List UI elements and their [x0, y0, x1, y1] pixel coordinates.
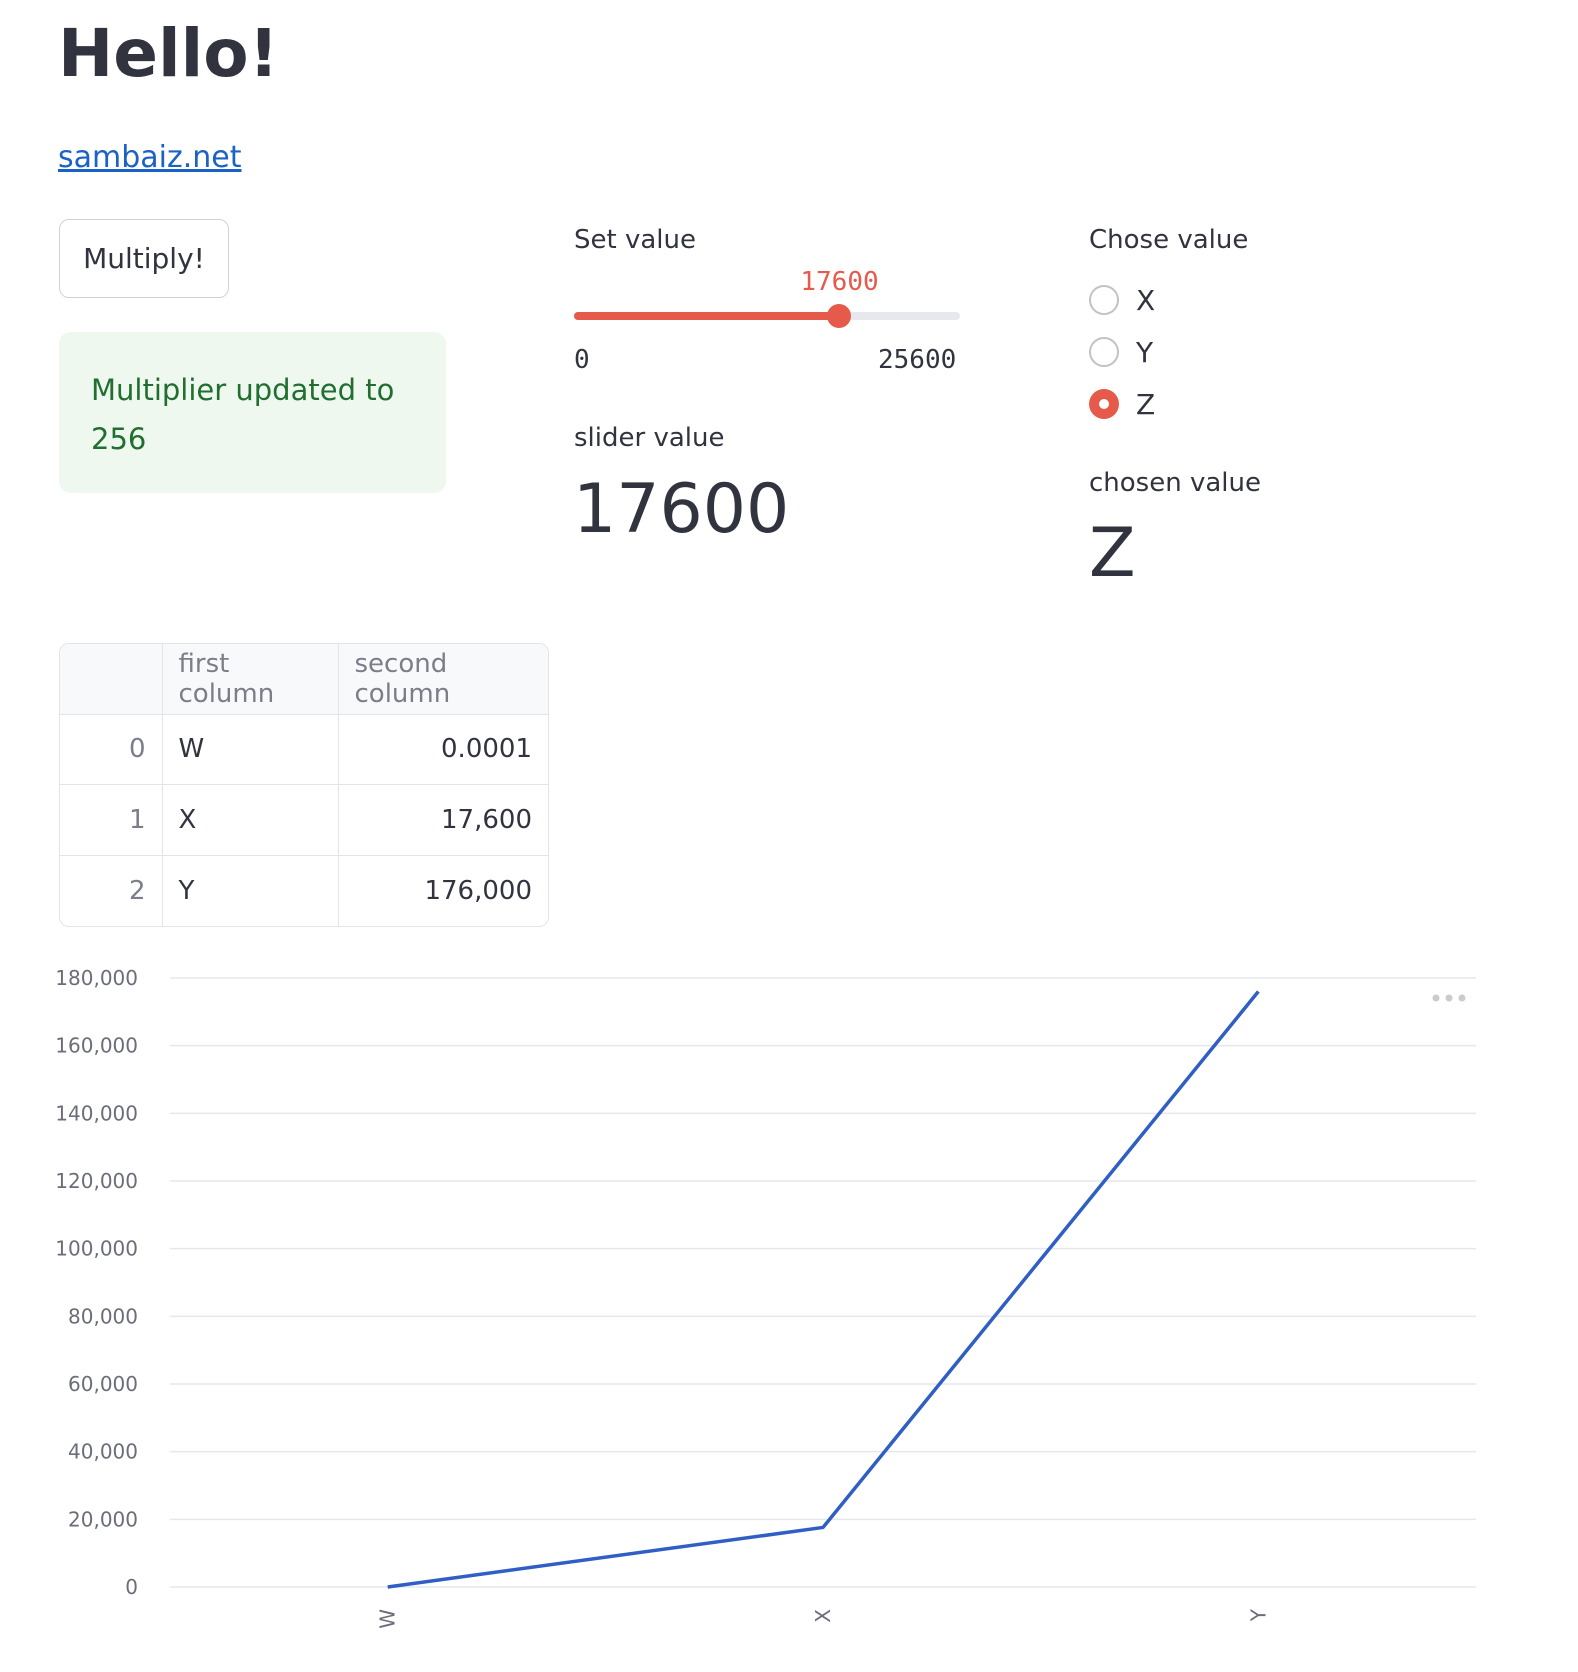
y-tick-label: 0: [125, 1575, 138, 1599]
radio-option-label: Z: [1136, 387, 1156, 421]
radio-circle-selected[interactable]: [1089, 389, 1119, 419]
index-header: [60, 644, 163, 715]
slider-min-label: 0: [574, 345, 590, 375]
row-index: 0: [60, 714, 163, 786]
radio-option-label: Y: [1136, 335, 1154, 369]
y-tick-label: 180,000: [55, 966, 138, 990]
radio-group-label: Chose value: [1089, 225, 1249, 255]
table-cell[interactable]: W: [162, 714, 339, 786]
radio-option-label: X: [1136, 283, 1156, 317]
slider-label: Set value: [574, 225, 696, 255]
slider-max-label: 25600: [878, 345, 957, 375]
table-cell[interactable]: X: [162, 784, 339, 856]
radio-group: X Y Z: [1089, 277, 1155, 427]
radio-option-z[interactable]: Z: [1089, 381, 1155, 427]
success-alert: Multiplier updated to 256: [59, 332, 446, 493]
row-index: 1: [60, 784, 163, 856]
y-tick-label: 140,000: [55, 1101, 138, 1125]
x-tick-label: X: [811, 1609, 835, 1623]
slider-thumb[interactable]: [827, 304, 852, 328]
table-row[interactable]: 1 X 17,600: [60, 784, 548, 856]
table-cell[interactable]: 17,600: [338, 784, 548, 856]
table-row[interactable]: 2 Y 176,000: [60, 855, 548, 926]
row-index: 2: [60, 855, 163, 926]
more-horizontal-icon[interactable]: [1432, 994, 1466, 1002]
column-header[interactable]: first column: [162, 644, 339, 715]
x-tick-label: W: [376, 1609, 400, 1629]
slider-value-bubble: 17600: [800, 267, 879, 297]
series-line[interactable]: [387, 990, 1260, 1589]
slider-metric-label: slider value: [574, 423, 725, 453]
y-tick-label: 80,000: [68, 1304, 138, 1328]
multiply-button[interactable]: Multiply!: [59, 219, 229, 298]
y-tick-label: 120,000: [55, 1169, 138, 1193]
y-tick-label: 100,000: [55, 1237, 138, 1261]
radio-circle[interactable]: [1089, 337, 1119, 367]
table-header-row: first column second column: [60, 644, 548, 715]
table-row[interactable]: 0 W 0.0001: [60, 714, 548, 786]
table-cell[interactable]: 176,000: [338, 855, 548, 926]
slider-metric-value: 17600: [573, 470, 790, 549]
radio-option-x[interactable]: X: [1089, 277, 1155, 323]
y-tick-label: 160,000: [55, 1034, 138, 1058]
page-title: Hello!: [58, 15, 279, 92]
slider-track-fill: [574, 312, 840, 320]
data-table[interactable]: first column second column 0 W 0.0001 1 …: [59, 643, 549, 927]
radio-circle[interactable]: [1089, 285, 1119, 315]
radio-metric-label: chosen value: [1089, 468, 1261, 498]
table-cell[interactable]: Y: [162, 855, 339, 926]
radio-option-y[interactable]: Y: [1089, 329, 1155, 375]
x-tick-label: Y: [1246, 1608, 1270, 1622]
y-tick-label: 20,000: [68, 1507, 138, 1531]
column-header[interactable]: second column: [338, 644, 548, 715]
line-chart[interactable]: 0 20,000 40,000 60,000 80,000 100,000 120,000 1…: [0, 960, 1578, 1672]
y-tick-label: 60,000: [68, 1372, 138, 1396]
table-cell[interactable]: 0.0001: [338, 714, 548, 786]
y-tick-label: 40,000: [68, 1440, 138, 1464]
radio-metric-value: Z: [1089, 514, 1136, 593]
site-link[interactable]: sambaiz.net: [58, 138, 242, 177]
